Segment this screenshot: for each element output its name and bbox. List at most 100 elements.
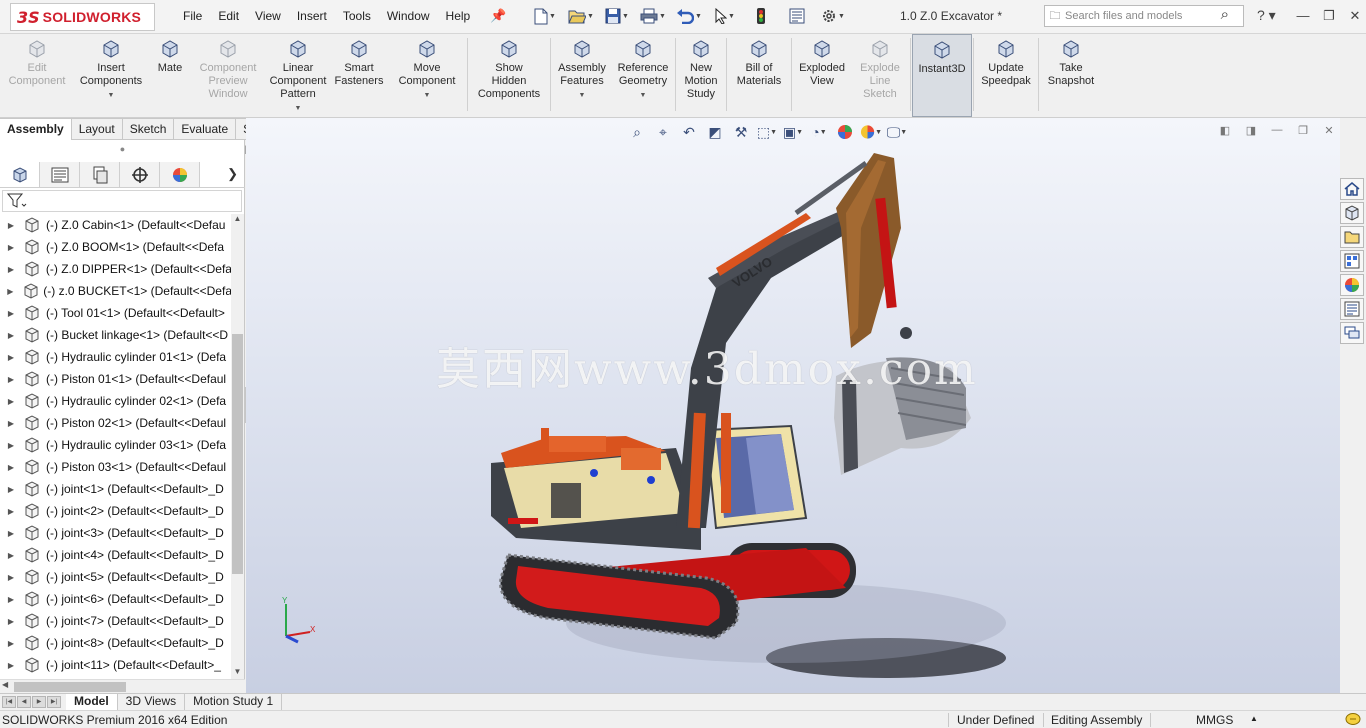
view-settings-icon[interactable]: 🖵 ▼ bbox=[886, 122, 908, 142]
tree-item[interactable]: ▶ (-) joint<8> (Default<<Default>_D bbox=[0, 632, 232, 654]
scroll-down-icon[interactable]: ▼ bbox=[231, 667, 244, 679]
previous-view-icon[interactable]: ↶ bbox=[678, 122, 700, 142]
menu-file[interactable]: File bbox=[175, 8, 210, 24]
bill-of-materials-button[interactable]: Bill of Materials bbox=[728, 34, 790, 117]
section-view-icon[interactable]: ◩ bbox=[704, 122, 726, 142]
quick-tips-icon[interactable] bbox=[1345, 712, 1361, 728]
assembly-features-button[interactable]: Assembly Features ▼ bbox=[552, 34, 612, 117]
menu-edit[interactable]: Edit bbox=[210, 8, 247, 24]
tree-item[interactable]: ▶ (-) joint<3> (Default<<Default>_D bbox=[0, 522, 232, 544]
tab-assembly[interactable]: Assembly bbox=[0, 118, 72, 140]
undo-icon[interactable]: ▼ bbox=[674, 5, 704, 27]
expand-arrow-icon[interactable]: ▶ bbox=[0, 243, 22, 252]
tree-item[interactable]: ▶ (-) Tool 01<1> (Default<<Default> bbox=[0, 302, 232, 324]
select-arrow-icon[interactable]: ▼ bbox=[710, 5, 740, 27]
prev-tab-icon[interactable]: ◀ bbox=[17, 696, 31, 708]
view-orientation-icon[interactable]: ⬚ ▼ bbox=[756, 122, 778, 142]
viewport-restore-icon[interactable]: ❐ bbox=[1292, 124, 1314, 140]
tree-item[interactable]: ▶ (-) Bucket linkage<1> (Default<<D bbox=[0, 324, 232, 346]
forum-icon[interactable] bbox=[1340, 322, 1364, 344]
expand-arrow-icon[interactable]: ▶ bbox=[0, 573, 22, 582]
solidworks-logo[interactable]: 3S SOLIDWORKS bbox=[10, 3, 155, 31]
open-file-icon[interactable]: ▼ bbox=[566, 5, 596, 27]
tab-3d-views[interactable]: 3D Views bbox=[118, 694, 186, 710]
mate-button[interactable]: Mate bbox=[150, 34, 190, 117]
expand-arrow-icon[interactable]: ▶ bbox=[0, 551, 22, 560]
tree-item[interactable]: ▶ (-) Hydraulic cylinder 03<1> (Defa bbox=[0, 434, 232, 456]
menu-window[interactable]: Window bbox=[379, 8, 438, 24]
next-tab-icon[interactable]: ▶ bbox=[32, 696, 46, 708]
minimize-icon[interactable]: — bbox=[1290, 4, 1316, 28]
scroll-left-icon[interactable]: ◀ bbox=[2, 680, 8, 689]
dropdown-caret-icon[interactable]: ▼ bbox=[424, 89, 431, 102]
tree-item[interactable]: ▶ (-) joint<5> (Default<<Default>_D bbox=[0, 566, 232, 588]
home-icon[interactable] bbox=[1340, 178, 1364, 200]
search-input[interactable]: Search files and models bbox=[1065, 10, 1182, 22]
zoom-to-area-icon[interactable]: ⌖ bbox=[652, 122, 674, 142]
tree-item[interactable]: ▶ (-) joint<11> (Default<<Default>_ bbox=[0, 654, 232, 676]
viewport-close-icon[interactable]: ✕ bbox=[1318, 124, 1340, 140]
expand-arrow-icon[interactable]: ▶ bbox=[0, 265, 22, 274]
options-gear-icon[interactable]: ▼ bbox=[818, 5, 848, 27]
dropdown-caret-icon[interactable]: ▼ bbox=[640, 89, 647, 102]
rebuild-traffic-light-icon[interactable] bbox=[746, 5, 776, 27]
custom-properties-icon[interactable] bbox=[1340, 298, 1364, 320]
excavator-model[interactable]: VOLVO bbox=[246, 118, 1340, 693]
exploded-view-button[interactable]: Exploded View bbox=[793, 34, 851, 117]
dropdown-caret-icon[interactable]: ▼ bbox=[295, 102, 302, 115]
expand-arrow-icon[interactable]: ▶ bbox=[0, 617, 22, 626]
filter-icon[interactable] bbox=[7, 193, 27, 209]
tree-item[interactable]: ▶ (-) joint<7> (Default<<Default>_D bbox=[0, 610, 232, 632]
pin-menu-icon[interactable]: 📌 bbox=[490, 8, 506, 24]
tree-item[interactable]: ▶ (-) z.0 BUCKET<1> (Default<<Defa bbox=[0, 280, 232, 302]
viewport-prev-icon[interactable]: ◧ bbox=[1214, 124, 1236, 140]
panel-scroll-right-icon[interactable]: ❯ bbox=[227, 166, 238, 182]
show-hidden-button[interactable]: Show Hidden Components bbox=[469, 34, 549, 117]
expand-arrow-icon[interactable]: ▶ bbox=[0, 397, 22, 406]
tab-model[interactable]: Model bbox=[66, 694, 118, 710]
tab-layout[interactable]: Layout bbox=[71, 118, 123, 140]
tree-item[interactable]: ▶ (-) joint<1> (Default<<Default>_D bbox=[0, 478, 232, 500]
menu-tools[interactable]: Tools bbox=[335, 8, 379, 24]
motion-study-button[interactable]: New Motion Study bbox=[677, 34, 725, 117]
search-icon[interactable]: ⌕ bbox=[1221, 6, 1229, 23]
file-explorer-icon[interactable] bbox=[1340, 226, 1364, 248]
linear-pattern-button[interactable]: Linear Component Pattern ▼ bbox=[266, 34, 330, 117]
expand-arrow-icon[interactable]: ▶ bbox=[0, 221, 22, 230]
unit-system-caret-icon[interactable]: ▲ bbox=[1250, 714, 1258, 723]
edit-appearance-icon[interactable] bbox=[834, 122, 856, 142]
dimxpert-tab-icon[interactable] bbox=[120, 162, 160, 187]
expand-arrow-icon[interactable]: ▶ bbox=[0, 529, 22, 538]
expand-arrow-icon[interactable]: ▶ bbox=[0, 287, 21, 296]
dropdown-caret-icon[interactable]: ▼ bbox=[108, 89, 115, 102]
expand-arrow-icon[interactable]: ▶ bbox=[0, 331, 22, 340]
tree-item[interactable]: ▶ (-) Piston 01<1> (Default<<Defaul bbox=[0, 368, 232, 390]
tree-horizontal-scrollbar[interactable]: ◀ bbox=[0, 679, 245, 693]
featuremanager-tab-icon[interactable] bbox=[0, 162, 40, 187]
instant3d-button[interactable]: Instant3D bbox=[912, 34, 972, 117]
view-palette-icon[interactable] bbox=[1340, 250, 1364, 272]
reference-geometry-button[interactable]: Reference Geometry ▼ bbox=[612, 34, 674, 117]
expand-arrow-icon[interactable]: ▶ bbox=[0, 595, 22, 604]
expand-arrow-icon[interactable]: ▶ bbox=[0, 463, 22, 472]
unit-system-selector[interactable]: MMGS bbox=[1196, 713, 1233, 727]
tree-item[interactable]: ▶ (-) Piston 02<1> (Default<<Defaul bbox=[0, 412, 232, 434]
tree-item[interactable]: ▶ (-) Z.0 BOOM<1> (Default<<Defa bbox=[0, 236, 232, 258]
tree-item[interactable]: ▶ (-) Z.0 DIPPER<1> (Default<<Defa bbox=[0, 258, 232, 280]
component-preview-button[interactable]: Component Preview Window bbox=[190, 34, 266, 117]
design-library-icon[interactable] bbox=[1340, 202, 1364, 224]
graphics-area[interactable]: VOLVO 莫西网www.3dmox.com ⌕ ⌖ ↶ ◩ ⚒ ⬚ ▼ ▣ ▼… bbox=[246, 118, 1340, 693]
close-icon[interactable]: ✕ bbox=[1342, 4, 1366, 28]
search-scope-icon[interactable]: 🗀 bbox=[1045, 7, 1065, 26]
tree-filter[interactable] bbox=[2, 190, 242, 212]
new-document-icon[interactable]: ▼ bbox=[530, 5, 560, 27]
dropdown-caret-icon[interactable]: ▼ bbox=[579, 89, 586, 102]
tab-motion-study-1[interactable]: Motion Study 1 bbox=[185, 694, 283, 710]
edit-component-button[interactable]: Edit Component bbox=[2, 34, 72, 117]
update-speedpak-button[interactable]: Update Speedpak bbox=[975, 34, 1037, 117]
viewport-next-icon[interactable]: ◨ bbox=[1240, 124, 1262, 140]
save-icon[interactable]: ▼ bbox=[602, 5, 632, 27]
appearances-icon[interactable] bbox=[1340, 274, 1364, 296]
smart-fasteners-button[interactable]: Smart Fasteners bbox=[330, 34, 388, 117]
tree-item[interactable]: ▶ (-) Piston 03<1> (Default<<Defaul bbox=[0, 456, 232, 478]
